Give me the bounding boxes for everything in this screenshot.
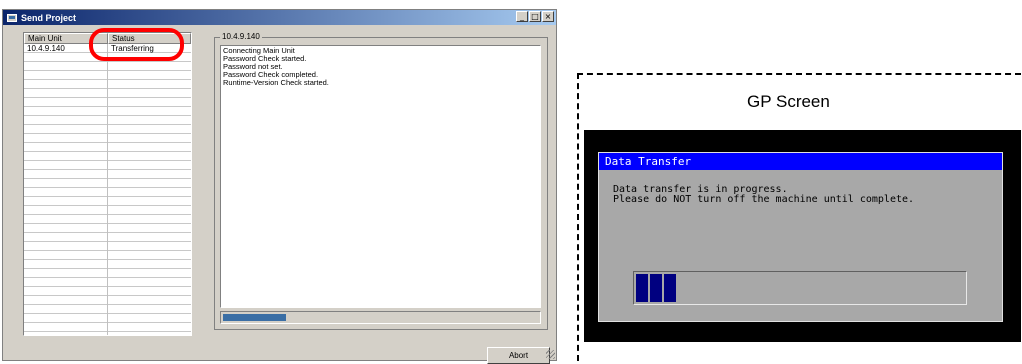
minimize-button[interactable]: _ — [516, 11, 528, 22]
title-bar[interactable]: Send Project _ □ × — [3, 10, 556, 25]
progress-block — [664, 274, 676, 302]
dialog-message: Data transfer is in progress. Please do … — [613, 185, 914, 205]
transfer-progress-bar — [220, 311, 541, 324]
dialog-title: Data Transfer — [599, 153, 1002, 170]
resize-grip-icon[interactable] — [546, 350, 555, 359]
maximize-button[interactable]: □ — [529, 11, 541, 22]
log-line: Runtime-Version Check started. — [223, 78, 329, 87]
status-highlight-oval — [89, 28, 184, 61]
log-textbox[interactable]: Connecting Main Unit Password Check star… — [220, 45, 541, 308]
progress-fill — [223, 314, 286, 321]
list-rows: 10.4.9.140 Transferring — [24, 44, 191, 335]
log-group-label: 10.4.9.140 — [220, 32, 262, 42]
gp-progress-bar — [633, 271, 967, 305]
progress-block — [650, 274, 662, 302]
log-group: 10.4.9.140 Connecting Main Unit Password… — [214, 32, 548, 330]
close-button[interactable]: × — [542, 11, 554, 22]
main-unit-list[interactable]: Main Unit Status 10.4.9.140 Transferring — [23, 32, 192, 336]
window-title: Send Project — [21, 12, 77, 23]
app-icon — [7, 13, 17, 22]
gp-screen-label: GP Screen — [747, 92, 830, 111]
data-transfer-dialog: Data Transfer Data transfer is in progre… — [598, 152, 1003, 322]
progress-block — [636, 274, 648, 302]
message-line: Please do NOT turn off the machine until… — [613, 194, 915, 205]
send-project-window: Send Project _ □ × Main Unit Status 10.4… — [2, 9, 557, 364]
abort-button[interactable]: Abort — [487, 347, 550, 364]
